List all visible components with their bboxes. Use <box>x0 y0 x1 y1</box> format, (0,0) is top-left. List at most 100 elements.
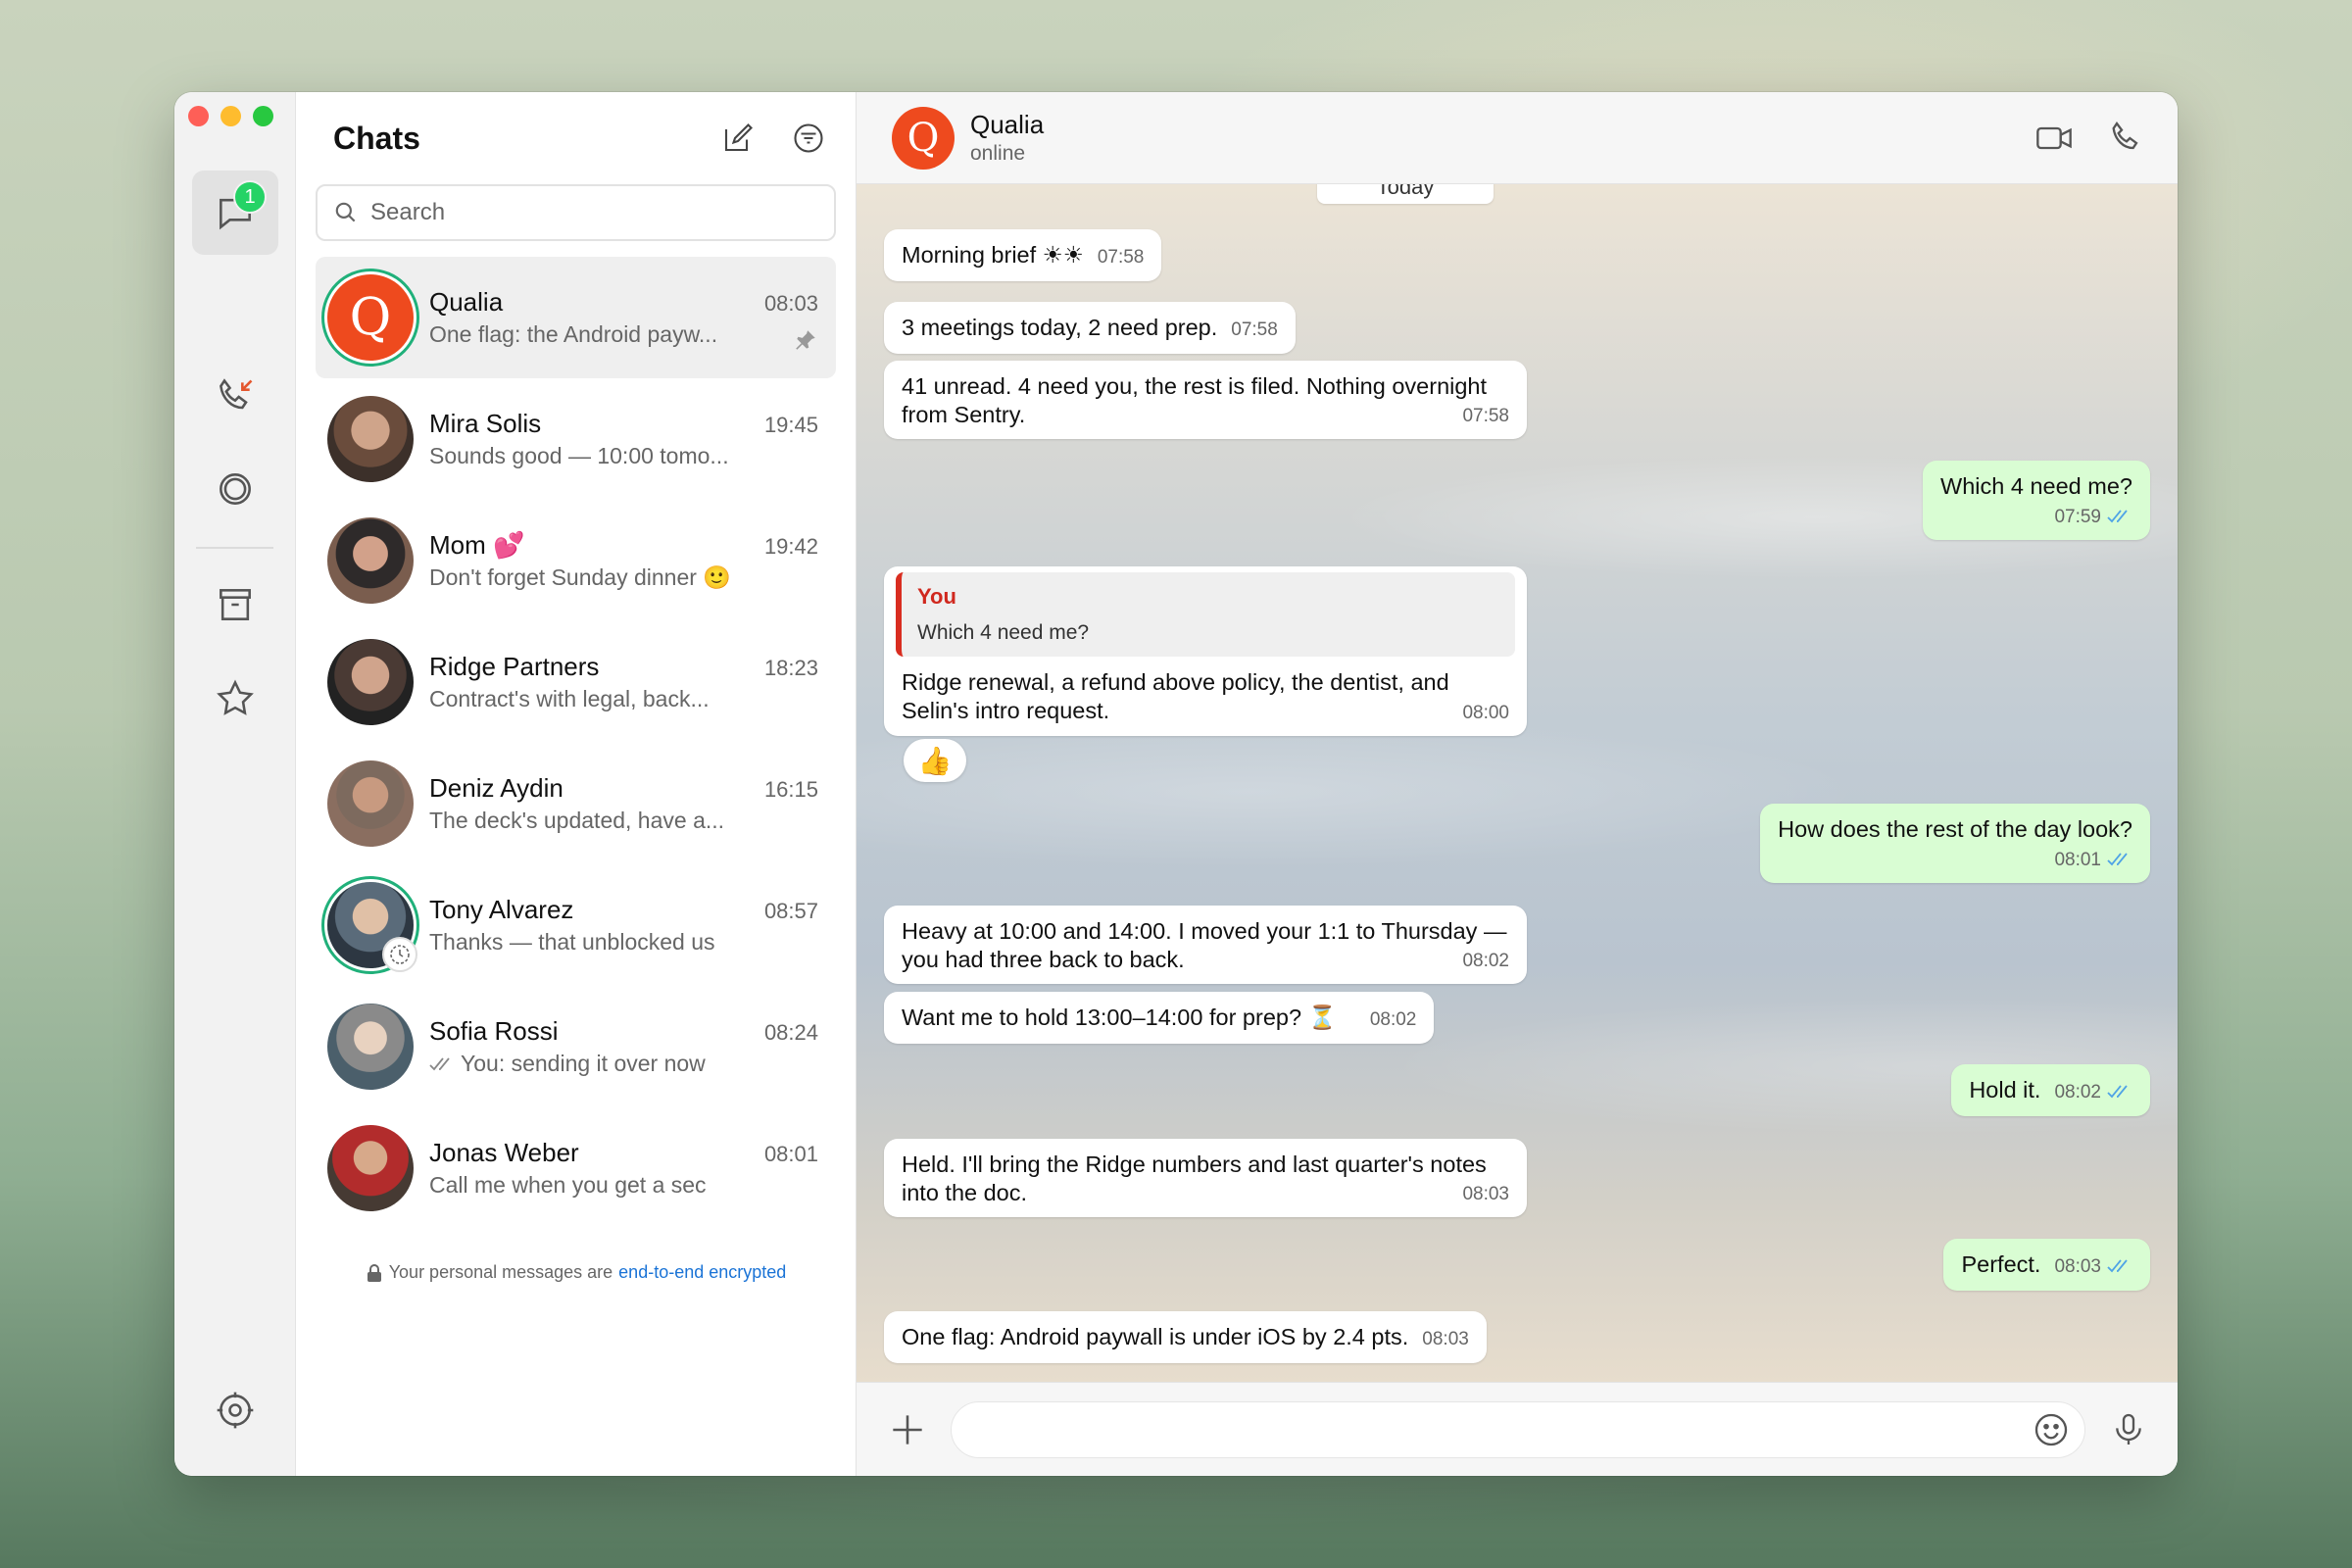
message-time: 08:02 <box>2054 1082 2101 1102</box>
voice-call-button[interactable] <box>2105 117 2148 160</box>
chat-item-ridge-partners[interactable]: Ridge Partners 18:23 Contract's with lega… <box>316 621 836 743</box>
nav-rail: 1 <box>174 92 296 1476</box>
attach-plus-button[interactable] <box>886 1408 929 1451</box>
zoom-window-button[interactable] <box>253 106 273 126</box>
minimize-window-button[interactable] <box>220 106 241 126</box>
message-incoming[interactable]: Heavy at 10:00 and 14:00. I moved your 1… <box>884 906 1527 985</box>
new-chat-button[interactable] <box>718 119 758 158</box>
double-check-icon <box>2107 853 2128 865</box>
chat-time: 08:01 <box>763 1142 818 1166</box>
avatar <box>327 396 414 482</box>
contact-info[interactable]: Qualia online <box>970 110 2003 166</box>
phone-icon <box>2112 121 2138 149</box>
avatar-letter: Q <box>349 288 392 347</box>
chat-time: 08:57 <box>763 899 818 923</box>
contact-name: Qualia <box>970 110 1045 139</box>
chat-preview: Thanks — that unblocked us <box>429 929 715 955</box>
conversation-panel: Q Qualia online Today Morning brief ☀☀ 07… <box>857 92 2178 1476</box>
message-incoming[interactable]: Held. I'll bring the Ridge numbers and l… <box>884 1139 1527 1218</box>
chat-name: Sofia Rossi <box>429 1016 559 1046</box>
filter-icon <box>794 123 823 153</box>
message-time: 08:03 <box>1422 1329 1469 1349</box>
double-check-icon <box>429 1056 450 1070</box>
chat-preview: Don't forget Sunday dinner 🙂 <box>429 564 731 590</box>
chat-item-mira-solis[interactable]: Mira Solis 19:45 Sounds good — 10:00 tomo… <box>316 378 836 500</box>
chat-list-header: Chats <box>296 92 856 184</box>
phone-missed-icon <box>219 378 253 410</box>
chat-preview: You: sending it over now <box>461 1051 706 1076</box>
search-input[interactable] <box>370 199 818 226</box>
chat-time: 08:24 <box>763 1020 818 1045</box>
contact-avatar[interactable]: Q <box>892 106 955 170</box>
avatar: Q <box>327 274 414 361</box>
chat-name: Mira Solis <box>429 409 542 438</box>
message-text: Which 4 need me? <box>1940 473 2132 499</box>
message-incoming[interactable]: Want me to hold 13:00–14:00 for prep? ⏳ 0… <box>884 992 1435 1044</box>
message-outgoing[interactable]: Hold it. 08:02 <box>1951 1064 2150 1116</box>
message-text: Want me to hold 13:00–14:00 for prep? ⏳ <box>902 1004 1337 1030</box>
message-outgoing[interactable]: How does the rest of the day look? 08:01 <box>1760 804 2150 884</box>
message-incoming[interactable]: 41 unread. 4 need you, the rest is filed… <box>884 361 1527 440</box>
quoted-message[interactable]: You Which 4 need me? <box>896 572 1515 658</box>
avatar <box>327 882 417 972</box>
message-area[interactable]: Today Morning brief ☀☀ 07:58 3 meetings t… <box>857 184 2178 1382</box>
avatar <box>327 1125 414 1211</box>
close-window-button[interactable] <box>188 106 209 126</box>
rail-archive-button[interactable] <box>192 563 278 647</box>
message-outgoing[interactable]: Perfect. 08:03 <box>1943 1239 2150 1291</box>
double-check-icon <box>2107 1259 2128 1273</box>
search-box <box>316 184 836 241</box>
chat-item-deniz-aydin[interactable]: Deniz Aydin 16:15 The deck's updated, hav… <box>316 743 836 864</box>
message-time: 07:58 <box>1097 247 1145 268</box>
rail-calls-button[interactable] <box>192 355 278 439</box>
chat-preview: Sounds good — 10:00 tomo... <box>429 443 729 468</box>
message-outgoing[interactable]: Which 4 need me? 07:59 <box>1923 461 2150 541</box>
day-separator: Today <box>1317 184 1494 204</box>
video-call-button[interactable] <box>2033 117 2076 160</box>
chat-time: 19:45 <box>763 413 818 437</box>
message-incoming[interactable]: 3 meetings today, 2 need prep. 07:58 <box>884 302 1296 354</box>
microphone-button[interactable] <box>2109 1410 2148 1449</box>
chat-name: Tony Alvarez <box>429 895 574 924</box>
chat-list-panel: Chats Q Qualia 08:03 One flag: the Androi… <box>296 92 857 1476</box>
chat-item-jonas-weber[interactable]: Jonas Weber 08:01 Call me when you get a … <box>316 1107 836 1229</box>
rail-settings-button[interactable] <box>192 1368 278 1452</box>
rail-divider <box>196 547 273 549</box>
status-ring-icon <box>220 473 251 505</box>
chat-time: 08:03 <box>763 291 818 316</box>
chat-item-qualia[interactable]: Q Qualia 08:03 One flag: the Android payw… <box>316 257 836 378</box>
chat-time: 16:15 <box>763 777 818 802</box>
filter-chats-button[interactable] <box>789 119 828 158</box>
chat-preview: Contract's with legal, back... <box>429 686 710 711</box>
emoji-button[interactable] <box>2032 1410 2071 1449</box>
message-incoming[interactable]: Morning brief ☀☀ 07:58 <box>884 229 1162 281</box>
chat-item-sofia-rossi[interactable]: Sofia Rossi 08:24 You: sending it over no… <box>316 986 836 1107</box>
chat-item-tony-alvarez[interactable]: Tony Alvarez 08:57 Thanks — that unblocke… <box>316 864 836 986</box>
rail-chats-button[interactable]: 1 <box>192 171 278 255</box>
chat-time: 18:23 <box>763 656 818 680</box>
video-camera-icon <box>2036 126 2072 149</box>
message-incoming[interactable]: One flag: Android paywall is under iOS b… <box>884 1311 1487 1363</box>
rail-starred-button[interactable] <box>192 657 278 741</box>
rail-status-button[interactable] <box>192 447 278 531</box>
avatar <box>327 639 414 725</box>
reaction-badge[interactable]: 👍 <box>904 739 966 782</box>
chat-name: Jonas Weber <box>429 1138 579 1167</box>
chat-name: Mom 💕 <box>429 530 525 560</box>
chat-time: 19:42 <box>763 534 818 559</box>
message-input[interactable] <box>975 1415 2032 1444</box>
chat-item-mom[interactable]: Mom 💕 19:42 Don't forget Sunday dinner 🙂 <box>316 500 836 621</box>
archive-box-icon <box>220 589 251 620</box>
message-text: 3 meetings today, 2 need prep. <box>902 315 1218 340</box>
encryption-link[interactable]: end-to-end encrypted <box>618 1262 786 1283</box>
message-input-box <box>951 1400 2085 1458</box>
chat-list-title: Chats <box>333 120 420 156</box>
double-check-icon <box>2107 1085 2128 1099</box>
settings-gear-icon <box>217 1392 254 1429</box>
chat-preview: Call me when you get a sec <box>429 1172 707 1198</box>
message-text: How does the rest of the day look? <box>1778 816 2132 842</box>
chat-preview: The deck's updated, have a... <box>429 808 725 833</box>
message-incoming-reply[interactable]: You Which 4 need me? Ridge renewal, a re… <box>884 566 1527 736</box>
encryption-notice: Your personal messages are end-to-end en… <box>296 1262 856 1283</box>
message-text: Hold it. <box>1969 1077 2041 1102</box>
